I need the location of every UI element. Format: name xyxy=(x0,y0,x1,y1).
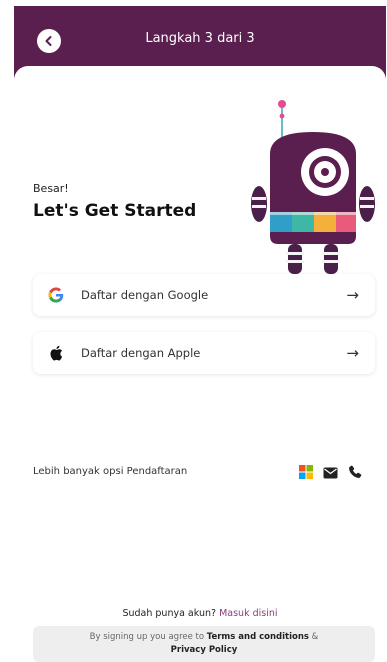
mail-icon[interactable] xyxy=(323,464,338,483)
terms-notice: By signing up you agree to Terms and con… xyxy=(33,626,375,662)
mascot-illustration xyxy=(251,100,375,274)
terms-link[interactable]: Terms and conditions xyxy=(207,632,309,642)
more-options-icons xyxy=(299,464,362,483)
google-icon xyxy=(48,287,64,303)
apple-signup-button[interactable]: Daftar dengan Apple → xyxy=(33,332,375,374)
privacy-link[interactable]: Privacy Policy xyxy=(171,645,238,655)
apple-icon xyxy=(48,345,64,361)
arrow-right-icon: → xyxy=(346,344,359,362)
microsoft-icon[interactable] xyxy=(299,464,313,483)
content-card: Besar! Let's Get Started Daftar dengan G… xyxy=(14,66,386,662)
step-indicator: Langkah 3 dari 3 xyxy=(145,31,255,46)
greeting-subtitle: Besar! xyxy=(33,182,69,195)
google-signup-label: Daftar dengan Google xyxy=(81,288,209,302)
arrow-right-icon: → xyxy=(346,286,359,304)
greeting-title: Let's Get Started xyxy=(33,201,197,221)
login-link[interactable]: Masuk disini xyxy=(219,608,277,619)
login-question: Sudah punya akun? xyxy=(122,608,217,619)
apple-signup-label: Daftar dengan Apple xyxy=(81,346,201,360)
more-options-label: Lebih banyak opsi Pendaftaran xyxy=(33,466,188,477)
terms-amp: & xyxy=(311,632,319,642)
app-frame: Langkah 3 dari 3 Besar! Let's Get Starte… xyxy=(14,0,386,662)
google-signup-button[interactable]: Daftar dengan Google → xyxy=(33,274,375,316)
terms-prefix: By signing up you agree to xyxy=(89,632,205,642)
login-prompt: Sudah punya akun? Masuk disini xyxy=(14,608,386,619)
phone-icon[interactable] xyxy=(348,464,362,483)
